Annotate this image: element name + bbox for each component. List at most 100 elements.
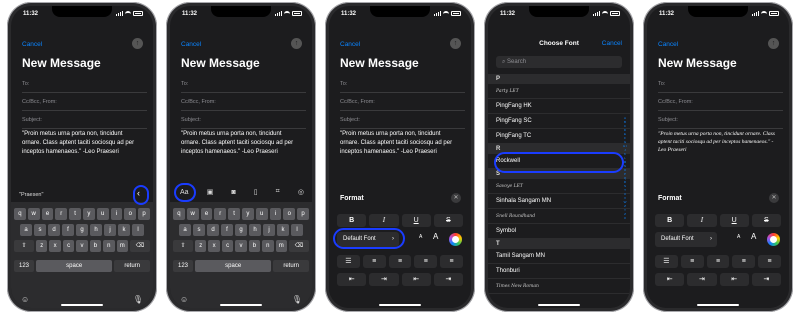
key-p[interactable]: p bbox=[297, 208, 309, 220]
key-e[interactable]: e bbox=[41, 208, 54, 220]
align-left-icon[interactable]: ≡ bbox=[388, 255, 412, 268]
underline-button[interactable]: U bbox=[719, 214, 749, 227]
font-list-item[interactable]: PingFang SC bbox=[488, 114, 630, 129]
key-g[interactable]: g bbox=[76, 224, 88, 236]
decrease-indent-icon[interactable]: ⇤ bbox=[337, 273, 367, 286]
increase-indent-icon[interactable]: ⇥ bbox=[687, 273, 717, 286]
italic-button[interactable]: I bbox=[369, 214, 399, 227]
emoji-icon[interactable]: ☺ bbox=[180, 295, 188, 304]
key-d[interactable]: d bbox=[207, 224, 219, 236]
key-b[interactable]: b bbox=[89, 240, 102, 252]
key-v[interactable]: v bbox=[76, 240, 88, 252]
key-o[interactable]: o bbox=[283, 208, 296, 220]
key-k[interactable]: k bbox=[277, 224, 289, 236]
return-key[interactable]: return bbox=[273, 260, 309, 272]
key-q[interactable]: q bbox=[14, 208, 26, 220]
increase-indent-icon[interactable]: ⇥ bbox=[369, 273, 399, 286]
message-body[interactable]: "Proin metus urna porta non, tincidunt o… bbox=[340, 130, 461, 157]
to-field[interactable]: To: bbox=[658, 76, 783, 93]
key-p[interactable]: p bbox=[138, 208, 150, 220]
align-center-icon[interactable]: ≡ bbox=[414, 255, 438, 268]
key-r[interactable]: r bbox=[214, 208, 227, 220]
font-list-item[interactable]: PingFang TC bbox=[488, 129, 630, 144]
key-s[interactable]: s bbox=[34, 224, 46, 236]
cc-field[interactable]: Cc/Bcc, From: bbox=[340, 94, 465, 111]
bold-button[interactable]: B bbox=[655, 214, 685, 227]
numbered-list-icon[interactable]: ≡ bbox=[680, 255, 704, 268]
font-list-item[interactable]: Thonburi bbox=[488, 264, 630, 279]
to-field[interactable]: To: bbox=[340, 76, 465, 93]
font-list-item[interactable]: PingFang HK bbox=[488, 99, 630, 114]
message-body[interactable]: "Proin metus urna porta non, tincidunt o… bbox=[22, 130, 143, 157]
close-icon[interactable]: ✕ bbox=[451, 193, 461, 203]
bold-button[interactable]: B bbox=[337, 214, 367, 227]
key-r[interactable]: r bbox=[55, 208, 68, 220]
subject-field[interactable]: Subject: bbox=[181, 112, 306, 129]
key-f[interactable]: f bbox=[62, 224, 74, 236]
color-picker[interactable] bbox=[449, 233, 462, 246]
key-t[interactable]: t bbox=[69, 208, 81, 220]
decrease-size-button[interactable]: A bbox=[737, 234, 740, 240]
quote-left-icon[interactable]: ⇤ bbox=[401, 273, 431, 286]
cc-field[interactable]: Cc/Bcc, From: bbox=[22, 94, 147, 111]
key-b[interactable]: b bbox=[248, 240, 261, 252]
strikethrough-button[interactable]: S bbox=[433, 214, 463, 227]
delete-key[interactable]: ⌫ bbox=[130, 240, 150, 252]
key-m[interactable]: m bbox=[275, 240, 287, 252]
key-q[interactable]: q bbox=[173, 208, 185, 220]
chevron-left-icon[interactable]: ‹ bbox=[137, 188, 140, 198]
key-v[interactable]: v bbox=[235, 240, 247, 252]
key-n[interactable]: n bbox=[262, 240, 274, 252]
subject-field[interactable]: Subject: bbox=[658, 112, 783, 129]
align-left-icon[interactable]: ≡ bbox=[706, 255, 730, 268]
font-search-input[interactable]: ⌕ Search bbox=[496, 56, 622, 68]
key-i[interactable]: i bbox=[110, 208, 123, 220]
return-key[interactable]: return bbox=[114, 260, 150, 272]
key-e[interactable]: e bbox=[200, 208, 213, 220]
microphone-icon[interactable]: 🎙 bbox=[292, 295, 302, 304]
delete-key[interactable]: ⌫ bbox=[289, 240, 309, 252]
key-c[interactable]: c bbox=[62, 240, 75, 252]
picker-cancel-button[interactable]: Cancel bbox=[602, 40, 622, 47]
numbers-key[interactable]: 123 bbox=[173, 260, 193, 272]
bullet-list-icon[interactable]: ☰ bbox=[337, 255, 360, 268]
key-w[interactable]: w bbox=[186, 208, 199, 220]
increase-size-button[interactable]: A bbox=[751, 232, 756, 241]
key-f[interactable]: f bbox=[221, 224, 233, 236]
key-l[interactable]: l bbox=[132, 224, 144, 236]
key-u[interactable]: u bbox=[255, 208, 268, 220]
cc-field[interactable]: Cc/Bcc, From: bbox=[181, 94, 306, 111]
section-index[interactable]: A B C D E F G H I J K L M N O P Q R S T … bbox=[623, 116, 627, 220]
message-body[interactable]: "Proin metus urna porta non, tincidunt o… bbox=[658, 130, 779, 154]
key-x[interactable]: x bbox=[208, 240, 220, 252]
font-list-item[interactable]: Sinhala Sangam MN bbox=[488, 194, 630, 209]
key-d[interactable]: d bbox=[48, 224, 60, 236]
font-list-item[interactable]: Savoye LET bbox=[488, 179, 630, 194]
markup-icon[interactable]: ◎ bbox=[298, 188, 304, 196]
cancel-button[interactable]: Cancel bbox=[658, 41, 678, 48]
key-t[interactable]: t bbox=[228, 208, 240, 220]
font-list-item[interactable]: Tamil Sangam MN bbox=[488, 249, 630, 264]
photo-icon[interactable]: ▣ bbox=[207, 188, 214, 196]
font-list-item[interactable]: Party LET bbox=[488, 84, 630, 99]
increase-size-button[interactable]: A bbox=[433, 232, 438, 241]
color-picker[interactable] bbox=[767, 233, 780, 246]
emoji-icon[interactable]: ☺ bbox=[21, 295, 29, 304]
send-icon[interactable]: ↑ bbox=[132, 38, 143, 49]
cancel-button[interactable]: Cancel bbox=[22, 41, 42, 48]
key-z[interactable]: z bbox=[195, 240, 207, 252]
italic-button[interactable]: I bbox=[687, 214, 717, 227]
key-l[interactable]: l bbox=[291, 224, 303, 236]
send-icon[interactable]: ↑ bbox=[450, 38, 461, 49]
key-k[interactable]: k bbox=[118, 224, 130, 236]
quicktype-suggestion[interactable]: "Praesen" bbox=[19, 189, 145, 201]
to-field[interactable]: To: bbox=[22, 76, 147, 93]
key-c[interactable]: c bbox=[221, 240, 234, 252]
close-icon[interactable]: ✕ bbox=[769, 193, 779, 203]
key-i[interactable]: i bbox=[269, 208, 282, 220]
font-list-item[interactable]: Symbol bbox=[488, 224, 630, 239]
font-list-item[interactable]: Times New Roman bbox=[488, 279, 630, 294]
shift-key[interactable]: ⇧ bbox=[14, 240, 34, 252]
decrease-size-button[interactable]: A bbox=[419, 234, 422, 240]
key-w[interactable]: w bbox=[27, 208, 40, 220]
